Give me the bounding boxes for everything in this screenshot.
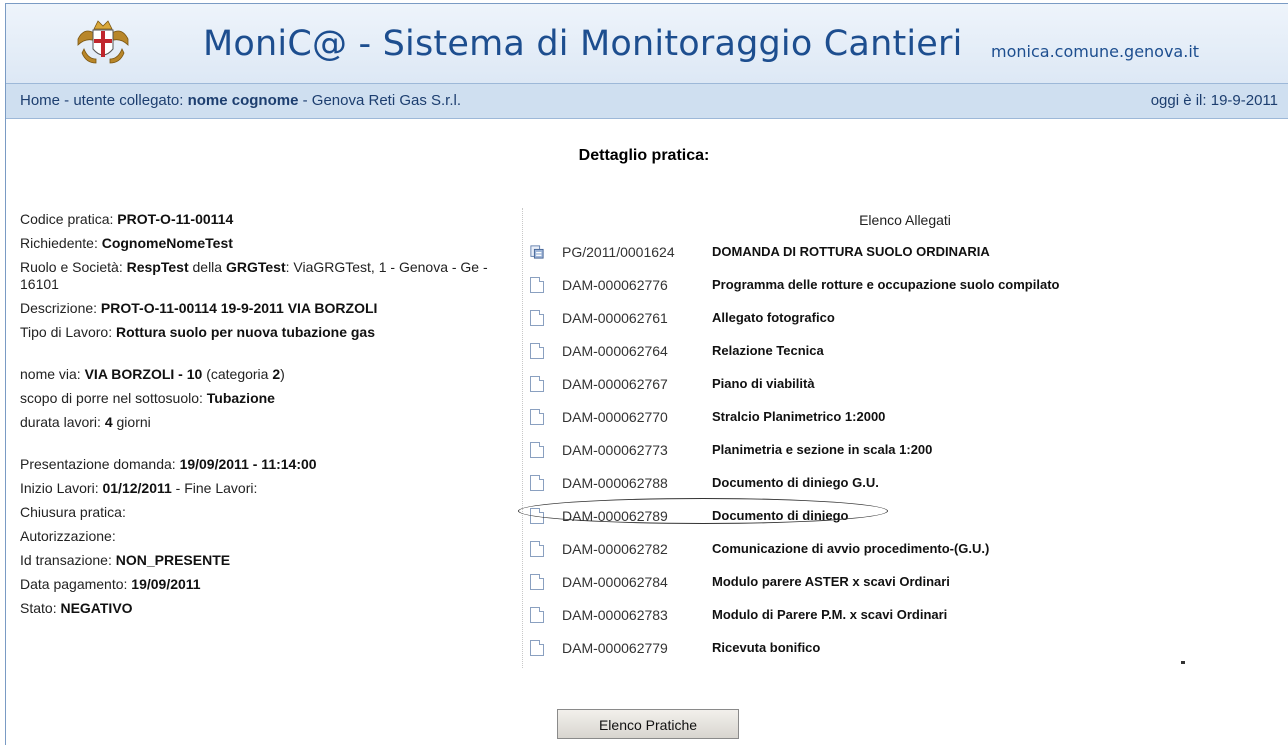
- detail-durata: durata lavori: 4 giorni: [20, 414, 151, 430]
- detail-chiusura: Chiusura pratica:: [20, 504, 126, 520]
- user-breadcrumb: Home - utente collegato: nome cognome - …: [20, 92, 461, 109]
- attachment-title[interactable]: Documento di diniego G.U.: [712, 475, 879, 490]
- detail-codice: Codice pratica: PROT-O-11-00114: [20, 211, 234, 227]
- home-link[interactable]: Home - utente collegato:: [20, 92, 188, 109]
- document-icon: [530, 574, 544, 590]
- document-icon: [530, 541, 544, 557]
- detail-transazione: Id transazione: NON_PRESENTE: [20, 552, 231, 568]
- document-icon: [530, 277, 544, 293]
- list-item[interactable]: DAM-000062783 Modulo di Parere P.M. x sc…: [530, 605, 1270, 638]
- pratica-details: Codice pratica: PROT-O-11-00114 Richiede…: [20, 211, 490, 624]
- attachments-heading: Elenco Allegati: [859, 212, 951, 228]
- document-icon: [530, 343, 544, 359]
- list-item[interactable]: PG/2011/0001624 DOMANDA DI ROTTURA SUOLO…: [530, 242, 1270, 275]
- attachment-code[interactable]: DAM-000062761: [562, 310, 668, 326]
- detail-stato: Stato: NEGATIVO: [20, 600, 133, 616]
- site-url[interactable]: monica.comune.genova.it: [991, 42, 1199, 61]
- list-item[interactable]: DAM-000062776 Programma delle rotture e …: [530, 275, 1270, 308]
- attachment-code[interactable]: DAM-000062773: [562, 442, 668, 458]
- detail-inizio-fine: Inizio Lavori: 01/12/2011 - Fine Lavori:: [20, 480, 258, 496]
- attachment-title[interactable]: Comunicazione di avvio procedimento-(G.U…: [712, 541, 989, 556]
- detail-autorizzazione: Autorizzazione:: [20, 528, 116, 544]
- attachment-code[interactable]: DAM-000062767: [562, 376, 668, 392]
- attachment-title[interactable]: Piano di viabilità: [712, 376, 815, 391]
- attachment-title[interactable]: Modulo di Parere P.M. x scavi Ordinari: [712, 607, 947, 622]
- list-item[interactable]: DAM-000062784 Modulo parere ASTER x scav…: [530, 572, 1270, 605]
- page-title: Dettaglio pratica:: [578, 147, 710, 164]
- attachments-list: PG/2011/0001624 DOMANDA DI ROTTURA SUOLO…: [530, 242, 1270, 671]
- elenco-pratiche-button[interactable]: Elenco Pratiche: [557, 709, 739, 739]
- document-icon: [530, 640, 544, 656]
- attachment-title[interactable]: DOMANDA DI ROTTURA SUOLO ORDINARIA: [712, 244, 990, 259]
- stray-mark: [1181, 661, 1185, 664]
- list-item[interactable]: DAM-000062761 Allegato fotografico: [530, 308, 1270, 341]
- detail-ruolo: Ruolo e Società: RespTest della GRGTest:…: [20, 259, 488, 292]
- document-icon: [530, 508, 544, 524]
- document-icon: [530, 475, 544, 491]
- attachment-title[interactable]: Documento di diniego: [712, 508, 849, 523]
- list-item[interactable]: DAM-000062789 Documento di diniego: [530, 506, 1270, 539]
- list-item[interactable]: DAM-000062773 Planimetria e sezione in s…: [530, 440, 1270, 473]
- detail-nome-via: nome via: VIA BORZOLI - 10 (categoria 2): [20, 366, 285, 382]
- detail-presentazione: Presentazione domanda: 19/09/2011 - 11:1…: [20, 456, 317, 472]
- attachment-title[interactable]: Programma delle rotture e occupazione su…: [712, 277, 1059, 292]
- attachment-code[interactable]: DAM-000062764: [562, 343, 668, 359]
- document-icon: [530, 607, 544, 623]
- company-name: - Genova Reti Gas S.r.l.: [298, 92, 462, 109]
- genova-coat-of-arms-icon: [77, 20, 129, 64]
- detail-tipo-lavoro: Tipo di Lavoro: Rottura suolo per nuova …: [20, 324, 376, 340]
- attachment-code[interactable]: DAM-000062776: [562, 277, 668, 293]
- detail-pagamento: Data pagamento: 19/09/2011: [20, 576, 201, 592]
- detail-descrizione: Descrizione: PROT-O-11-00114 19-9-2011 V…: [20, 300, 378, 316]
- attachment-code[interactable]: PG/2011/0001624: [562, 244, 675, 260]
- attachment-code[interactable]: DAM-000062788: [562, 475, 668, 491]
- list-item[interactable]: DAM-000062770 Stralcio Planimetrico 1:20…: [530, 407, 1270, 440]
- attachment-title[interactable]: Planimetria e sezione in scala 1:200: [712, 442, 932, 457]
- list-item[interactable]: DAM-000062764 Relazione Tecnica: [530, 341, 1270, 374]
- detail-richiedente: Richiedente: CognomeNomeTest: [20, 235, 233, 251]
- attachment-title[interactable]: Stralcio Planimetrico 1:2000: [712, 409, 885, 424]
- nav-bar: Home - utente collegato: nome cognome - …: [6, 83, 1288, 119]
- attachment-code[interactable]: DAM-000062779: [562, 640, 668, 656]
- site-title: MoniC@ - Sistema di Monitoraggio Cantier…: [203, 24, 963, 64]
- document-icon: [530, 442, 544, 458]
- document-icon: [530, 310, 544, 326]
- list-item[interactable]: DAM-000062767 Piano di viabilità: [530, 374, 1270, 407]
- attachment-code[interactable]: DAM-000062783: [562, 607, 668, 623]
- document-icon: [530, 376, 544, 392]
- scanned-document-icon: [530, 245, 544, 259]
- attachment-title[interactable]: Relazione Tecnica: [712, 343, 824, 358]
- attachment-code[interactable]: DAM-000062770: [562, 409, 668, 425]
- site-header: MoniC@ - Sistema di Monitoraggio Cantier…: [6, 4, 1288, 83]
- list-item[interactable]: DAM-000062779 Ricevuta bonifico: [530, 638, 1270, 671]
- list-item[interactable]: DAM-000062782 Comunicazione di avvio pro…: [530, 539, 1270, 572]
- attachment-title[interactable]: Ricevuta bonifico: [712, 640, 820, 655]
- attachment-code[interactable]: DAM-000062789: [562, 508, 668, 524]
- column-divider: [522, 208, 523, 668]
- attachment-title[interactable]: Modulo parere ASTER x scavi Ordinari: [712, 574, 950, 589]
- list-item[interactable]: DAM-000062788 Documento di diniego G.U.: [530, 473, 1270, 506]
- detail-scopo: scopo di porre nel sottosuolo: Tubazione: [20, 390, 275, 406]
- current-date: oggi è il: 19-9-2011: [1150, 92, 1278, 109]
- user-name: nome cognome: [187, 92, 299, 109]
- attachment-code[interactable]: DAM-000062782: [562, 541, 668, 557]
- attachment-code[interactable]: DAM-000062784: [562, 574, 668, 590]
- document-icon: [530, 409, 544, 425]
- attachment-title[interactable]: Allegato fotografico: [712, 310, 835, 325]
